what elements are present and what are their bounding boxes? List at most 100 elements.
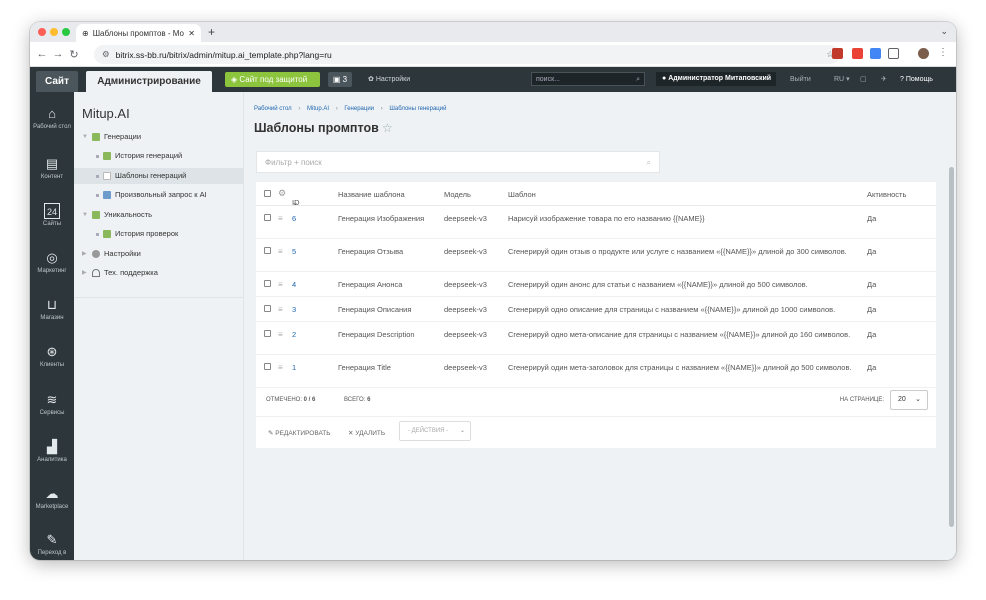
puzzle-icon[interactable] bbox=[888, 48, 899, 59]
tree-item-settings[interactable]: ▶ Настройки bbox=[82, 246, 141, 262]
profile-avatar[interactable] bbox=[918, 48, 929, 59]
breadcrumb-item[interactable]: Mitup.AI bbox=[307, 106, 329, 112]
user-button[interactable]: ● Администратор Митаповский bbox=[656, 72, 776, 86]
row-menu-icon[interactable]: ≡ bbox=[278, 363, 283, 372]
column-name[interactable]: Название шаблона bbox=[338, 190, 405, 199]
breadcrumb-item[interactable]: Шаблоны генераций bbox=[389, 106, 446, 112]
nav-goto[interactable]: ✎ Переход в bbox=[30, 532, 74, 557]
gear-icon bbox=[92, 250, 100, 258]
settings-gear-icon[interactable]: ⚙ bbox=[278, 188, 286, 199]
tree-item-check-history[interactable]: История проверок bbox=[96, 226, 178, 242]
more-menu-icon[interactable]: ⋮ bbox=[938, 47, 948, 58]
delete-button[interactable]: ✕ УДАЛИТЬ bbox=[348, 429, 385, 437]
breadcrumb-item[interactable]: Рабочий стол bbox=[254, 106, 292, 112]
nav-analytics[interactable]: ▟ Аналитика bbox=[30, 439, 74, 464]
row-checkbox[interactable] bbox=[264, 305, 271, 312]
nav-desktop[interactable]: ⌂ Рабочий стол bbox=[30, 106, 74, 131]
breadcrumb-item[interactable]: Генерации bbox=[344, 106, 374, 112]
tree-item-support[interactable]: ▶ Тех. поддержка bbox=[82, 265, 158, 281]
site-tab[interactable]: Сайт bbox=[36, 71, 78, 92]
row-id-link[interactable]: 4 bbox=[292, 280, 296, 289]
tab-menu-icon[interactable]: ⌄ bbox=[940, 26, 948, 37]
admin-tab[interactable]: Администрирование bbox=[86, 71, 212, 92]
nav-marketing[interactable]: ◎ Маркетинг bbox=[30, 250, 74, 275]
admin-search-input[interactable]: поиск... ⌕ bbox=[531, 72, 645, 86]
forward-icon[interactable]: → bbox=[50, 48, 66, 60]
back-icon[interactable]: ← bbox=[34, 48, 50, 60]
site-settings-icon[interactable]: ⚙ bbox=[102, 49, 110, 60]
row-checkbox[interactable] bbox=[264, 214, 271, 221]
row-menu-icon[interactable]: ≡ bbox=[278, 305, 283, 314]
search-icon[interactable]: ⌕ bbox=[636, 73, 640, 87]
templates-table: ⚙ ID ⌄ Название шаблона Модель Шаблон Ак… bbox=[256, 182, 936, 448]
favorite-star-icon[interactable]: ☆ bbox=[382, 121, 393, 135]
total-count: ВСЕГО: 6 bbox=[344, 397, 371, 403]
nav-clients[interactable]: ⊛ Клиенты bbox=[30, 344, 74, 369]
minimize-window-button[interactable] bbox=[50, 28, 58, 36]
row-menu-icon[interactable]: ≡ bbox=[278, 247, 283, 256]
nav-content[interactable]: ▤ Контент bbox=[30, 156, 74, 181]
nav-sites[interactable]: 24 Сайты bbox=[30, 203, 74, 228]
pin-icon[interactable]: ✈ bbox=[881, 72, 887, 87]
notifications-button[interactable]: ▣ 3 bbox=[328, 72, 352, 87]
close-window-button[interactable] bbox=[38, 28, 46, 36]
target-icon: ◎ bbox=[46, 250, 58, 265]
url-field[interactable]: ⚙ bitrix.ss-bb.ru/bitrix/admin/mitup.ai_… bbox=[94, 45, 840, 64]
column-active[interactable]: Активность bbox=[867, 190, 906, 199]
expand-arrow-icon[interactable]: ▼ bbox=[82, 129, 88, 145]
tree-item-history[interactable]: История генераций bbox=[96, 148, 182, 164]
extension-icon[interactable] bbox=[870, 48, 881, 59]
row-checkbox[interactable] bbox=[264, 247, 271, 254]
column-model[interactable]: Модель bbox=[444, 190, 471, 199]
help-button[interactable]: ? Помощь bbox=[900, 72, 933, 87]
tree-item-templates[interactable]: Шаблоны генераций bbox=[74, 168, 244, 184]
protection-button[interactable]: ◈ Сайт под защитой bbox=[225, 72, 320, 87]
search-icon[interactable]: ⌕ bbox=[647, 152, 651, 174]
row-id-link[interactable]: 6 bbox=[292, 214, 296, 223]
expand-arrow-icon[interactable]: ▼ bbox=[82, 207, 88, 223]
tree-item-custom-request[interactable]: Произвольный запрос к AI bbox=[96, 187, 207, 203]
actions-dropdown[interactable]: - ДЕЙСТВИЯ - ⌄ bbox=[399, 421, 471, 441]
row-checkbox[interactable] bbox=[264, 363, 271, 370]
row-checkbox[interactable] bbox=[264, 330, 271, 337]
nav-shop[interactable]: ⊔ Магазин bbox=[30, 297, 74, 322]
settings-button[interactable]: ✿ Настройки bbox=[368, 72, 410, 87]
table-row[interactable]: ≡ 3 Генерация Описания deepseek-v3 Сгене… bbox=[256, 297, 936, 322]
grid-icon[interactable]: ▢ bbox=[860, 72, 867, 87]
filter-search-input[interactable]: Фильтр + поиск ⌕ bbox=[256, 151, 660, 173]
tree-item-generations[interactable]: ▼ Генерации bbox=[82, 129, 141, 145]
language-select[interactable]: RU ▾ bbox=[834, 72, 850, 87]
row-checkbox[interactable] bbox=[264, 280, 271, 287]
row-id-link[interactable]: 1 bbox=[292, 363, 296, 372]
collapse-arrow-icon[interactable]: ▶ bbox=[82, 265, 88, 281]
logout-link[interactable]: Выйти bbox=[790, 72, 811, 87]
row-id-link[interactable]: 5 bbox=[292, 247, 296, 256]
row-id-link[interactable]: 2 bbox=[292, 330, 296, 339]
table-row[interactable]: ≡ 6 Генерация Изображения deepseek-v3 На… bbox=[256, 206, 936, 239]
table-row[interactable]: ≡ 5 Генерация Отзыва deepseek-v3 Сгенери… bbox=[256, 239, 936, 272]
column-template[interactable]: Шаблон bbox=[508, 190, 536, 199]
row-id-link[interactable]: 3 bbox=[292, 305, 296, 314]
table-row[interactable]: ≡ 2 Генерация Description deepseek-v3 Сг… bbox=[256, 322, 936, 355]
maximize-window-button[interactable] bbox=[62, 28, 70, 36]
row-menu-icon[interactable]: ≡ bbox=[278, 280, 283, 289]
scrollbar[interactable] bbox=[946, 92, 956, 560]
edit-button[interactable]: ✎ РЕДАКТИРОВАТЬ bbox=[268, 429, 331, 437]
new-tab-button[interactable]: + bbox=[208, 25, 215, 39]
scrollbar-thumb[interactable] bbox=[949, 167, 954, 527]
table-row[interactable]: ≡ 4 Генерация Анонса deepseek-v3 Сгенери… bbox=[256, 272, 936, 297]
nav-marketplace[interactable]: ☁ Marketplace bbox=[30, 486, 74, 511]
collapse-arrow-icon[interactable]: ▶ bbox=[82, 246, 88, 262]
extension-icon[interactable] bbox=[832, 48, 843, 59]
table-row[interactable]: ≡ 1 Генерация Title deepseek-v3 Сгенерир… bbox=[256, 355, 936, 388]
row-menu-icon[interactable]: ≡ bbox=[278, 330, 283, 339]
reload-icon[interactable]: ↻ bbox=[66, 48, 82, 61]
perpage-select[interactable]: 20 ⌄ bbox=[890, 390, 928, 410]
gmail-icon[interactable] bbox=[852, 48, 863, 59]
close-tab-icon[interactable]: ✕ bbox=[188, 29, 195, 38]
select-all-checkbox[interactable] bbox=[264, 190, 271, 197]
browser-tab[interactable]: ⊕ Шаблоны промптов - Моя к... ✕ bbox=[76, 24, 201, 42]
nav-services[interactable]: ≋ Сервисы bbox=[30, 392, 74, 417]
row-menu-icon[interactable]: ≡ bbox=[278, 214, 283, 223]
tree-item-uniqueness[interactable]: ▼ Уникальность bbox=[82, 207, 152, 223]
